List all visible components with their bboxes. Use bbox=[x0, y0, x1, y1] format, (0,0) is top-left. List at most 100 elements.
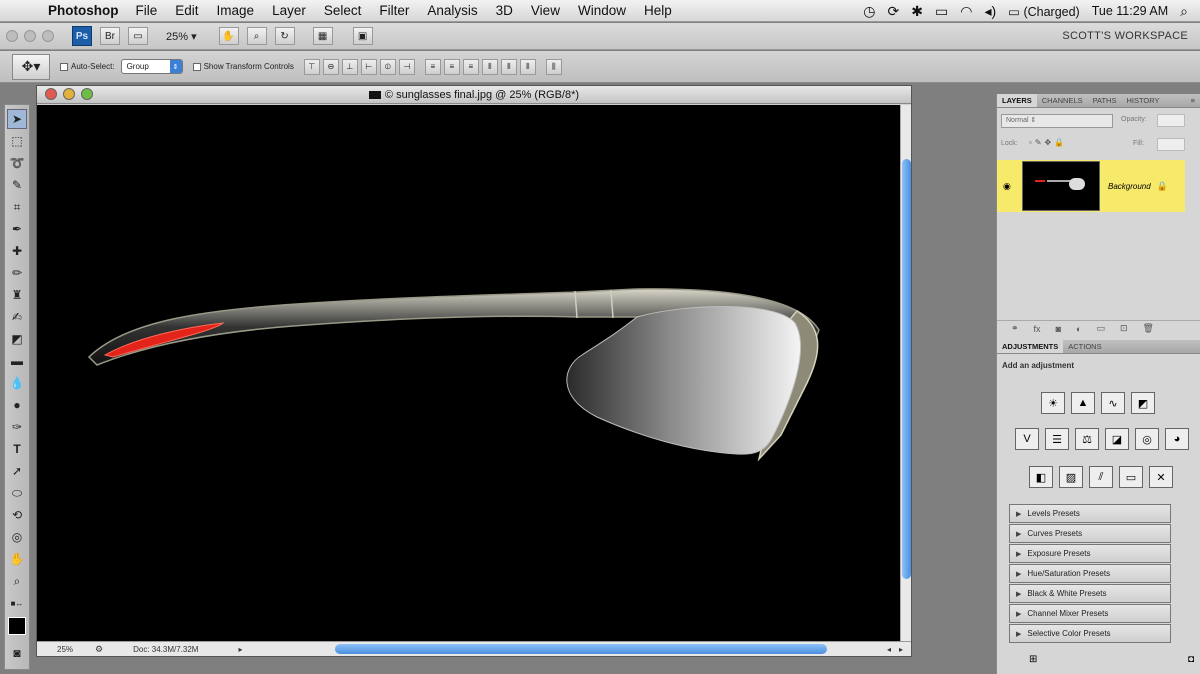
window-minimize-button[interactable] bbox=[24, 30, 36, 42]
gradient-tool-icon[interactable]: ▬ bbox=[7, 351, 27, 371]
status-menu-arrow-icon[interactable]: ▸ bbox=[238, 645, 242, 654]
delete-layer-icon[interactable]: 🗑 bbox=[1143, 323, 1154, 334]
vertical-scroll-thumb[interactable] bbox=[902, 159, 911, 579]
adjustments-footer-right-icon[interactable]: ◘ bbox=[1188, 654, 1194, 665]
workspace-switcher[interactable]: SCOTT'S WORKSPACE bbox=[1062, 23, 1188, 49]
move-tool-icon[interactable]: ➤ bbox=[7, 109, 27, 129]
preset-levels[interactable]: ▶ Levels Presets bbox=[1009, 504, 1171, 523]
preset-channel-mixer[interactable]: ▶ Channel Mixer Presets bbox=[1009, 604, 1171, 623]
distribute-top-icon[interactable]: ≡ bbox=[424, 58, 441, 75]
screen-layout-button[interactable]: ▣ bbox=[352, 27, 373, 45]
tab-adjustments[interactable]: ADJUSTMENTS bbox=[997, 340, 1064, 353]
eraser-tool-icon[interactable]: ◩ bbox=[7, 329, 27, 349]
status-info-icon[interactable]: ⚙ bbox=[95, 644, 103, 655]
adjustments-footer-icon[interactable]: ⊞ bbox=[1029, 654, 1037, 665]
auto-select-dropdown[interactable]: Group ⇕ bbox=[120, 59, 183, 74]
launch-bridge-button[interactable]: Br bbox=[100, 27, 120, 45]
pen-tool-icon[interactable]: ✑ bbox=[7, 417, 27, 437]
tab-history[interactable]: HISTORY bbox=[1121, 94, 1164, 107]
photo-filter-icon[interactable]: ◎ bbox=[1135, 428, 1159, 450]
preset-exposure[interactable]: ▶ Exposure Presets bbox=[1009, 544, 1171, 563]
align-hcenter-icon[interactable]: ⦶ bbox=[379, 58, 396, 75]
gradient-map-icon[interactable]: ▭ bbox=[1119, 466, 1143, 488]
preset-black-white[interactable]: ▶ Black & White Presets bbox=[1009, 584, 1171, 603]
status-zoom[interactable]: 25% bbox=[57, 645, 73, 654]
window-close-button[interactable] bbox=[6, 30, 18, 42]
posterize-icon[interactable]: ▨ bbox=[1059, 466, 1083, 488]
menu-layer[interactable]: Layer bbox=[272, 3, 306, 18]
blur-tool-icon[interactable]: 💧 bbox=[7, 373, 27, 393]
new-layer-icon[interactable]: ⊡ bbox=[1120, 323, 1128, 334]
menu-help[interactable]: Help bbox=[644, 3, 672, 18]
tab-actions[interactable]: ACTIONS bbox=[1063, 340, 1106, 353]
visibility-eye-icon[interactable]: ◉ bbox=[1003, 181, 1011, 192]
exposure-icon[interactable]: ◩ bbox=[1131, 392, 1155, 414]
vibrance-icon[interactable]: V bbox=[1015, 428, 1039, 450]
lasso-tool-icon[interactable]: ➰ bbox=[7, 153, 27, 173]
opacity-field[interactable] bbox=[1157, 114, 1185, 127]
tab-layers[interactable]: LAYERS bbox=[997, 94, 1037, 107]
zoom-dropdown[interactable]: 25% ▾ bbox=[166, 30, 197, 43]
menu-3d[interactable]: 3D bbox=[496, 3, 513, 18]
menu-select[interactable]: Select bbox=[324, 3, 362, 18]
new-adjustment-layer-icon[interactable]: ◐ bbox=[1076, 324, 1081, 334]
image-canvas[interactable] bbox=[37, 105, 901, 641]
show-transform-controls-checkbox[interactable] bbox=[192, 62, 201, 71]
lock-icons[interactable]: ▫✎✥🔒 bbox=[1029, 138, 1067, 147]
preset-hue-saturation[interactable]: ▶ Hue/Saturation Presets bbox=[1009, 564, 1171, 583]
quick-mask-icon[interactable]: ◙ bbox=[7, 643, 27, 663]
doc-close-button[interactable] bbox=[45, 88, 57, 100]
align-left-icon[interactable]: ⊢ bbox=[360, 58, 377, 75]
app-menu[interactable]: Photoshop bbox=[48, 3, 119, 18]
preset-selective-color[interactable]: ▶ Selective Color Presets bbox=[1009, 624, 1171, 643]
crop-tool-icon[interactable]: ⌗ bbox=[7, 197, 27, 217]
new-group-icon[interactable]: ▭ bbox=[1096, 323, 1105, 334]
channel-mixer-icon[interactable]: ◕ bbox=[1165, 428, 1189, 450]
menu-image[interactable]: Image bbox=[217, 3, 255, 18]
hue-saturation-icon[interactable]: ☰ bbox=[1045, 428, 1069, 450]
panel-menu-icon[interactable]: ≡ bbox=[1186, 94, 1200, 107]
horizontal-scroll-thumb[interactable] bbox=[335, 644, 827, 654]
sync-icon[interactable]: ⟳ bbox=[888, 3, 900, 20]
auto-select-checkbox[interactable] bbox=[60, 62, 68, 71]
align-top-icon[interactable]: ⊤ bbox=[303, 58, 320, 75]
distribute-left-icon[interactable]: ⦀ bbox=[481, 58, 498, 75]
volume-icon[interactable]: ◂) bbox=[984, 3, 996, 20]
menu-edit[interactable]: Edit bbox=[175, 3, 198, 18]
quick-selection-tool-icon[interactable]: ✎ bbox=[7, 175, 27, 195]
document-title-bar[interactable]: © sunglasses final.jpg @ 25% (RGB/8*) bbox=[37, 86, 911, 104]
bluetooth-icon[interactable]: ✱ bbox=[911, 3, 923, 20]
time-machine-icon[interactable]: ◷ bbox=[863, 3, 875, 20]
3d-orbit-tool-icon[interactable]: ◎ bbox=[7, 527, 27, 547]
tab-channels[interactable]: CHANNELS bbox=[1037, 94, 1088, 107]
path-selection-tool-icon[interactable]: ➚ bbox=[7, 461, 27, 481]
tab-paths[interactable]: PATHS bbox=[1088, 94, 1122, 107]
hand-tool-icon[interactable]: ✋ bbox=[7, 549, 27, 569]
swap-colors-icon[interactable]: ■↔ bbox=[7, 593, 27, 613]
shape-tool-icon[interactable]: ⬭ bbox=[7, 483, 27, 503]
layer-row-background[interactable]: ◉ Background 🔒 bbox=[997, 160, 1185, 212]
foreground-color-swatch[interactable] bbox=[8, 617, 26, 635]
brush-tool-icon[interactable]: ✏ bbox=[7, 263, 27, 283]
fill-field[interactable] bbox=[1157, 138, 1185, 151]
curves-icon[interactable]: ∿ bbox=[1101, 392, 1125, 414]
brightness-contrast-icon[interactable]: ☀ bbox=[1041, 392, 1065, 414]
menu-analysis[interactable]: Analysis bbox=[427, 3, 477, 18]
doc-zoom-button[interactable] bbox=[81, 88, 93, 100]
healing-brush-tool-icon[interactable]: ✚ bbox=[7, 241, 27, 261]
menu-filter[interactable]: Filter bbox=[379, 3, 409, 18]
dodge-tool-icon[interactable]: ● bbox=[7, 395, 27, 415]
distribute-vcenter-icon[interactable]: ≡ bbox=[443, 58, 460, 75]
move-tool-preset-button[interactable]: ✥▾ bbox=[12, 53, 50, 80]
align-bottom-icon[interactable]: ⊥ bbox=[341, 58, 358, 75]
blend-mode-select[interactable]: Normal ⇕ bbox=[1001, 114, 1113, 128]
distribute-bottom-icon[interactable]: ≡ bbox=[462, 58, 479, 75]
menu-file[interactable]: File bbox=[136, 3, 158, 18]
vertical-scrollbar[interactable] bbox=[900, 105, 911, 641]
spotlight-icon[interactable]: ⌕ bbox=[1180, 3, 1188, 20]
doc-minimize-button[interactable] bbox=[63, 88, 75, 100]
eyedropper-tool-icon[interactable]: ✒ bbox=[7, 219, 27, 239]
arrange-documents-button[interactable]: ▦ bbox=[312, 27, 333, 45]
clock[interactable]: Tue 11:29 AM bbox=[1092, 4, 1168, 18]
zoom-tool-button[interactable]: ⌕ bbox=[246, 27, 267, 45]
